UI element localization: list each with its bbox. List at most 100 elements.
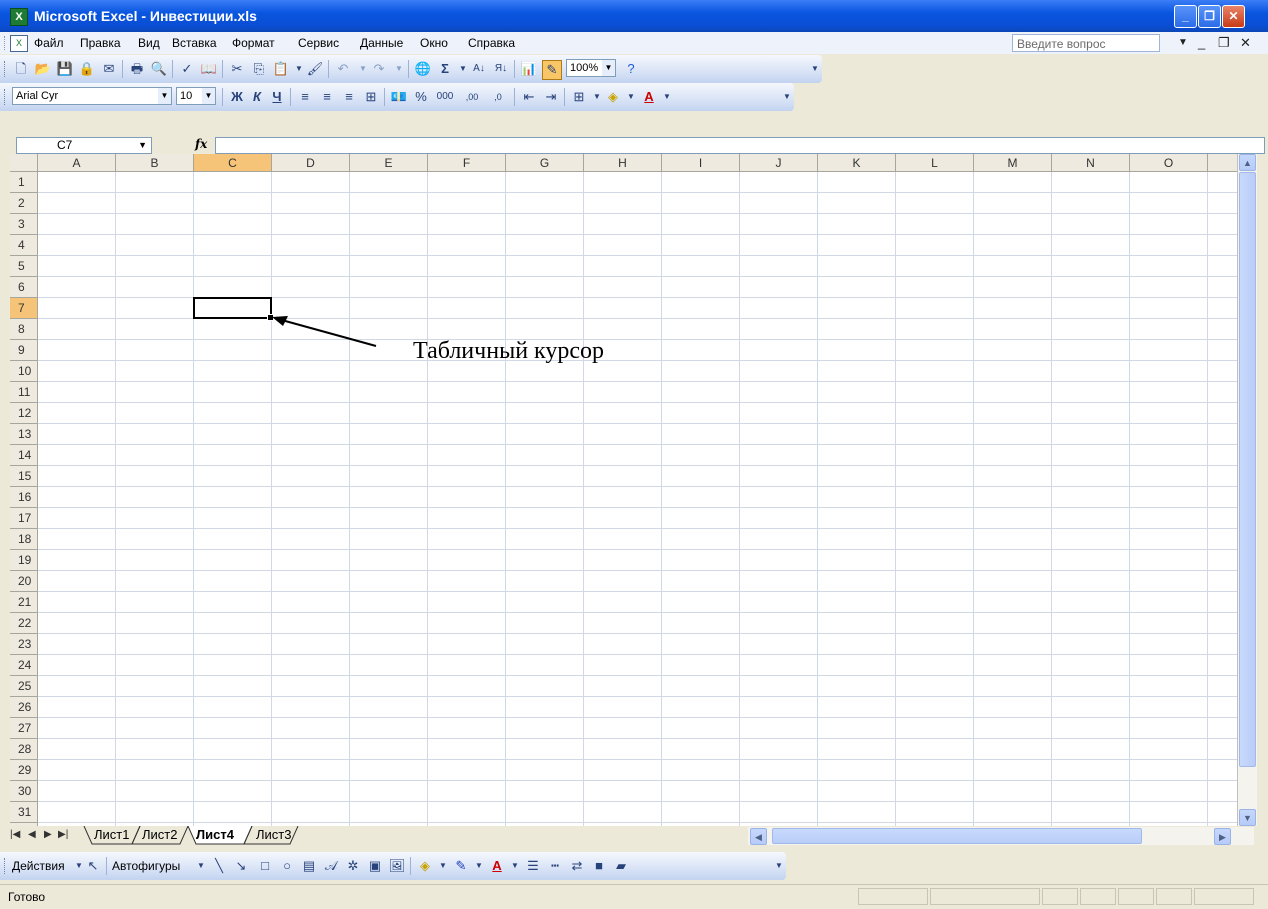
- line-color-dropdown-icon[interactable]: ▼: [470, 857, 488, 875]
- row-header-1[interactable]: 1: [10, 172, 38, 193]
- wordart-icon[interactable]: 𝒜: [322, 857, 340, 875]
- row-header-29[interactable]: 29: [10, 760, 38, 781]
- toolbar-grip[interactable]: [4, 858, 8, 874]
- menu-file[interactable]: Файл: [34, 36, 64, 50]
- align-right-icon[interactable]: ≡: [340, 88, 358, 106]
- toolbar-options-icon[interactable]: ▼: [778, 88, 796, 106]
- horizontal-scrollbar[interactable]: ◀ ▶: [748, 827, 1254, 845]
- menu-help[interactable]: Справка: [468, 36, 515, 50]
- row-header-14[interactable]: 14: [10, 445, 38, 466]
- picture-icon[interactable]: 🖼: [388, 857, 406, 875]
- permission-icon[interactable]: 🔒: [78, 60, 96, 78]
- borders-icon[interactable]: ⊞: [570, 88, 588, 106]
- worksheet-grid[interactable]: A B C D E F G H I J K L M N O 1 2 3 4 5 6 7 8 9 10 11 12 13 14 15 16 17…: [10, 154, 1237, 826]
- format-painter-icon[interactable]: 🖌: [306, 60, 324, 78]
- drawing-toggle-icon[interactable]: ✎: [542, 60, 562, 80]
- menu-tools[interactable]: Сервис: [298, 36, 339, 50]
- document-icon[interactable]: X: [10, 35, 28, 52]
- column-header-d[interactable]: D: [272, 154, 350, 172]
- print-preview-icon[interactable]: 🔍: [150, 60, 168, 78]
- diagram-icon[interactable]: ✲: [344, 857, 362, 875]
- doc-close-icon[interactable]: ✕: [1240, 35, 1251, 51]
- row-header-22[interactable]: 22: [10, 613, 38, 634]
- select-objects-icon[interactable]: ↖: [84, 857, 102, 875]
- arrow-style-icon[interactable]: ⇄: [568, 857, 586, 875]
- zoom-select[interactable]: 100% ▼: [566, 59, 616, 77]
- minimize-button[interactable]: _: [1174, 5, 1197, 28]
- rectangle-icon[interactable]: □: [256, 857, 274, 875]
- row-header-6[interactable]: 6: [10, 277, 38, 298]
- column-header-b[interactable]: B: [116, 154, 194, 172]
- vertical-scrollbar[interactable]: ▲ ▼: [1237, 154, 1257, 826]
- save-icon[interactable]: 💾: [56, 60, 74, 78]
- undo-icon[interactable]: ↶: [334, 60, 352, 78]
- row-header-20[interactable]: 20: [10, 571, 38, 592]
- vertical-scroll-thumb[interactable]: [1239, 172, 1256, 767]
- fill-color-dropdown-icon[interactable]: ▼: [434, 857, 452, 875]
- column-header-l[interactable]: L: [896, 154, 974, 172]
- select-all-corner[interactable]: [10, 154, 38, 172]
- textbox-icon[interactable]: ▤: [300, 857, 318, 875]
- decrease-decimal-button[interactable]: ,0: [486, 88, 510, 106]
- chart-wizard-icon[interactable]: 📊: [520, 60, 538, 78]
- excel-app-icon[interactable]: X: [10, 8, 28, 26]
- column-header-f[interactable]: F: [428, 154, 506, 172]
- insert-function-icon[interactable]: fx: [195, 137, 207, 151]
- row-header-27[interactable]: 27: [10, 718, 38, 739]
- row-header-30[interactable]: 30: [10, 781, 38, 802]
- 3d-style-icon[interactable]: ▰: [612, 857, 630, 875]
- row-header-15[interactable]: 15: [10, 466, 38, 487]
- chevron-down-icon[interactable]: ▼: [202, 88, 215, 104]
- align-center-icon[interactable]: ≡: [318, 88, 336, 106]
- row-header-18[interactable]: 18: [10, 529, 38, 550]
- help-dropdown-icon[interactable]: ▼: [1178, 37, 1188, 48]
- redo-dropdown-icon[interactable]: ▼: [390, 60, 408, 78]
- thousands-button[interactable]: 000: [432, 88, 458, 106]
- font-size-select[interactable]: 10 ▼: [176, 87, 216, 105]
- row-header-10[interactable]: 10: [10, 361, 38, 382]
- fill-color-icon[interactable]: ◈: [604, 88, 622, 106]
- row-header-8[interactable]: 8: [10, 319, 38, 340]
- row-header-12[interactable]: 12: [10, 403, 38, 424]
- menu-edit[interactable]: Правка: [80, 36, 121, 50]
- chevron-down-icon[interactable]: ▼: [158, 88, 171, 104]
- sheet-tab[interactable]: Лист1: [94, 826, 129, 844]
- column-header-k[interactable]: K: [818, 154, 896, 172]
- merge-center-icon[interactable]: ⊞: [362, 88, 380, 106]
- italic-button[interactable]: К: [248, 88, 266, 106]
- doc-minimize-icon[interactable]: _: [1198, 35, 1205, 50]
- row-header-16[interactable]: 16: [10, 487, 38, 508]
- currency-icon[interactable]: 💶: [390, 88, 408, 106]
- arrow-icon[interactable]: ↘: [232, 857, 250, 875]
- column-header-j[interactable]: J: [740, 154, 818, 172]
- column-header-g[interactable]: G: [506, 154, 584, 172]
- line-style-icon[interactable]: ☰: [524, 857, 542, 875]
- autosum-icon[interactable]: Σ: [436, 60, 454, 78]
- sheet-tab[interactable]: Лист2: [142, 826, 177, 844]
- oval-icon[interactable]: ○: [278, 857, 296, 875]
- font-select[interactable]: Arial Cyr ▼: [12, 87, 172, 105]
- close-button[interactable]: ✕: [1222, 5, 1245, 28]
- row-header-24[interactable]: 24: [10, 655, 38, 676]
- open-folder-icon[interactable]: 📂: [34, 60, 52, 78]
- toolbar-grip[interactable]: [4, 61, 8, 77]
- name-box[interactable]: C7 ▼: [16, 137, 152, 154]
- column-header-n[interactable]: N: [1052, 154, 1130, 172]
- scroll-down-icon[interactable]: ▼: [1239, 809, 1256, 826]
- toolbar-options-icon[interactable]: ▼: [770, 857, 788, 875]
- row-header-21[interactable]: 21: [10, 592, 38, 613]
- autoshapes-dropdown-icon[interactable]: ▼: [192, 857, 210, 875]
- font-color-icon[interactable]: A: [640, 88, 658, 106]
- row-header-7[interactable]: 7: [10, 298, 38, 319]
- menu-window[interactable]: Окно: [420, 36, 448, 50]
- menu-view[interactable]: Вид: [138, 36, 160, 50]
- fill-color-icon[interactable]: ◈: [416, 857, 434, 875]
- prev-sheet-icon[interactable]: ◀: [28, 829, 36, 840]
- horizontal-scroll-thumb[interactable]: [772, 828, 1142, 844]
- copy-icon[interactable]: ⎘: [250, 60, 268, 78]
- column-header-a[interactable]: A: [38, 154, 116, 172]
- column-header-o[interactable]: O: [1130, 154, 1208, 172]
- menubar-grip[interactable]: [4, 36, 8, 50]
- formula-input[interactable]: [215, 137, 1265, 154]
- chevron-down-icon[interactable]: ▼: [602, 60, 615, 76]
